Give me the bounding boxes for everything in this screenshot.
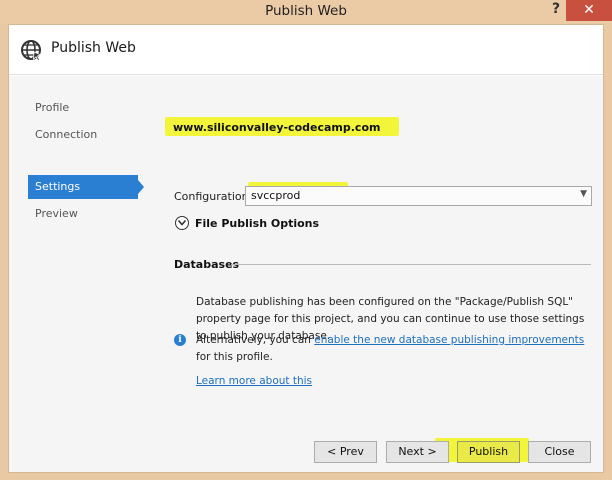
nav-selected-arrow bbox=[138, 180, 144, 194]
info-message: Alternatively, you can enable the new da… bbox=[196, 332, 588, 366]
publish-button[interactable]: Publish bbox=[457, 441, 520, 463]
info-prefix: Alternatively, you can bbox=[196, 334, 315, 346]
dialog-body: Profile Connection Settings Preview www.… bbox=[9, 76, 603, 472]
site-url: www.siliconvalley-codecamp.com bbox=[173, 121, 381, 134]
enable-improvements-link[interactable]: enable the new database publishing impro… bbox=[314, 334, 584, 346]
close-window-button[interactable]: ✕ bbox=[566, 0, 612, 21]
databases-section-title: Databases bbox=[174, 258, 240, 271]
expand-chevron-icon[interactable] bbox=[175, 216, 189, 230]
dialog-content: Publish Web Profile Connection Settings … bbox=[8, 24, 604, 473]
publish-web-dialog: Publish Web ? ✕ Publish Web Profile Conn… bbox=[0, 0, 612, 480]
help-button[interactable]: ? bbox=[549, 1, 563, 21]
title-bar: Publish Web ? ✕ bbox=[0, 0, 612, 24]
learn-more-link[interactable]: Learn more about this bbox=[196, 375, 312, 387]
configuration-label: Configuration: bbox=[174, 190, 253, 203]
nav-item-settings[interactable]: Settings bbox=[28, 175, 138, 199]
window-title: Publish Web bbox=[265, 3, 347, 19]
nav-item-preview[interactable]: Preview bbox=[28, 202, 138, 226]
dialog-header: Publish Web bbox=[9, 25, 603, 75]
nav-item-connection[interactable]: Connection bbox=[28, 123, 138, 147]
header-title: Publish Web bbox=[51, 40, 136, 56]
nav-item-profile[interactable]: Profile bbox=[28, 96, 138, 120]
chevron-down-icon: ▼ bbox=[580, 189, 587, 199]
prev-button[interactable]: < Prev bbox=[314, 441, 377, 463]
close-button[interactable]: Close bbox=[528, 441, 591, 463]
file-publish-options-toggle[interactable]: File Publish Options bbox=[195, 217, 319, 230]
configuration-value: svccprod bbox=[251, 189, 301, 202]
info-suffix: for this profile. bbox=[196, 351, 273, 363]
info-icon: i bbox=[174, 334, 186, 346]
next-button[interactable]: Next > bbox=[386, 441, 449, 463]
globe-icon bbox=[20, 39, 43, 62]
configuration-dropdown[interactable]: svccprod ▼ bbox=[245, 186, 592, 206]
section-divider bbox=[231, 264, 591, 265]
